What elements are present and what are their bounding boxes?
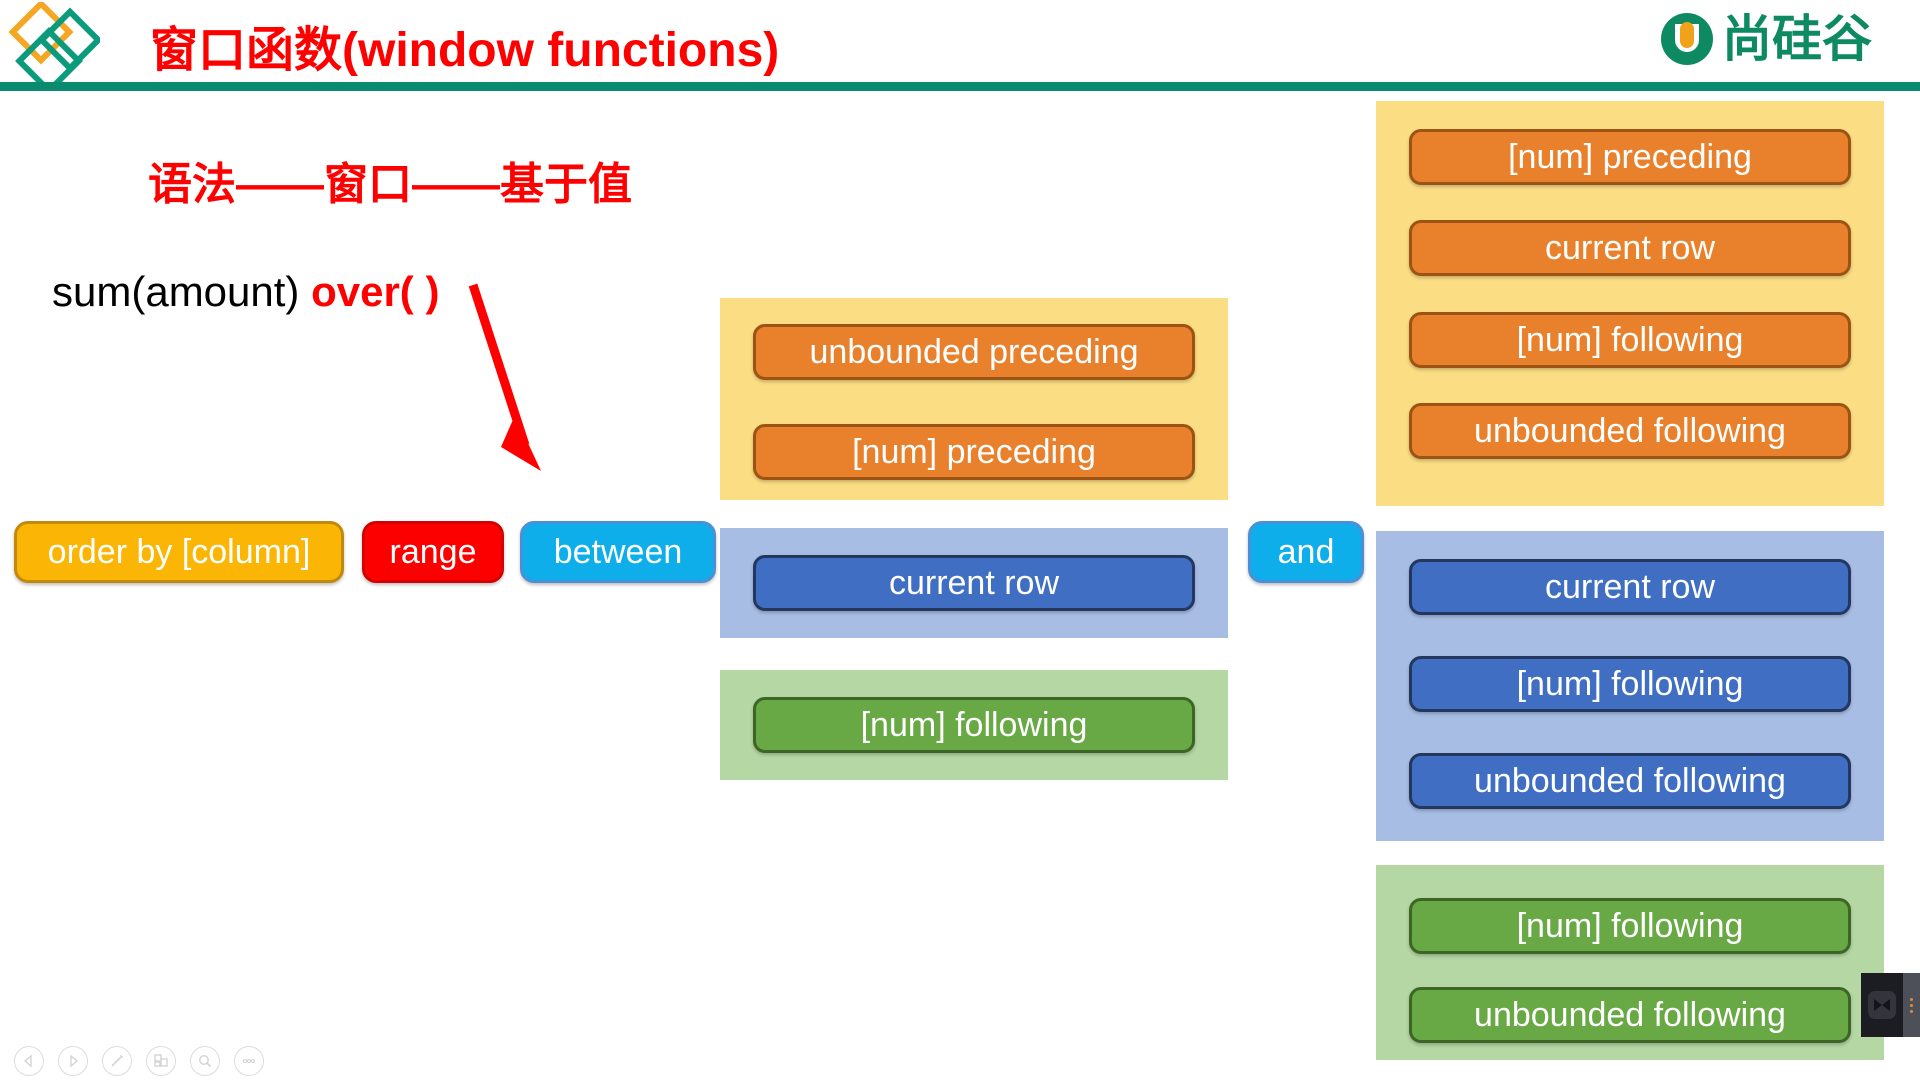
right-item-num-following-3[interactable]: [num] following <box>1409 898 1851 954</box>
pen-icon[interactable] <box>102 1046 132 1076</box>
slide: 窗口函数(window functions) 尚硅谷 语法——窗口——基于值 s… <box>0 0 1920 1080</box>
brand-logo: 尚硅谷 <box>1658 8 1892 70</box>
right-item-current-row-2[interactable]: current row <box>1409 559 1851 615</box>
mid-item-unbounded-preceding[interactable]: unbounded preceding <box>753 324 1195 380</box>
screen-recorder-widget[interactable] <box>1861 973 1920 1037</box>
right-item-num-preceding[interactable]: [num] preceding <box>1409 129 1851 185</box>
right-item-num-following[interactable]: [num] following <box>1409 312 1851 368</box>
code-prefix: sum(amount) <box>52 268 312 315</box>
svg-text:尚硅谷: 尚硅谷 <box>1722 11 1872 67</box>
dot <box>1910 1009 1913 1013</box>
code-expression: sum(amount) over( ) <box>52 268 439 316</box>
code-over-clause: over( ) <box>311 268 440 315</box>
section-subtitle: 语法——窗口——基于值 <box>148 160 632 209</box>
zoom-icon[interactable] <box>190 1046 220 1076</box>
previous-slide-icon[interactable] <box>14 1046 44 1076</box>
right-item-unbounded-following-2[interactable]: unbounded following <box>1409 753 1851 809</box>
right-item-unbounded-following[interactable]: unbounded following <box>1409 403 1851 459</box>
red-down-arrow-icon <box>468 283 541 471</box>
brand-name: 尚硅谷 <box>1722 10 1892 68</box>
chip-and[interactable]: and <box>1248 521 1364 583</box>
mid-panel-following: [num] following <box>720 670 1228 780</box>
mid-panel-current-row: current row <box>720 528 1228 638</box>
slide-grid-icon[interactable] <box>146 1046 176 1076</box>
slide-header: 窗口函数(window functions) 尚硅谷 <box>0 0 1920 95</box>
right-item-current-row[interactable]: current row <box>1409 220 1851 276</box>
more-options-icon[interactable] <box>234 1046 264 1076</box>
dot <box>1910 1003 1913 1007</box>
right-panel-following: [num] following unbounded following <box>1376 865 1884 1060</box>
mid-item-current-row[interactable]: current row <box>753 555 1195 611</box>
right-item-unbounded-following-3[interactable]: unbounded following <box>1409 987 1851 1043</box>
page-title: 窗口函数(window functions) <box>150 24 780 77</box>
vertical-dots-icon[interactable] <box>1903 973 1920 1037</box>
right-panel-preceding: [num] preceding current row [num] follow… <box>1376 101 1884 506</box>
chip-order-by-column[interactable]: order by [column] <box>14 521 344 583</box>
bowtie-record-icon[interactable] <box>1868 991 1896 1019</box>
recorder-main-button[interactable] <box>1861 973 1903 1037</box>
mid-panel-preceding: unbounded preceding [num] preceding <box>720 298 1228 500</box>
right-item-num-following-2[interactable]: [num] following <box>1409 656 1851 712</box>
atguigu-u-logo-icon <box>1658 10 1716 68</box>
presentation-toolbar[interactable] <box>14 1046 264 1076</box>
chip-between[interactable]: between <box>520 521 716 583</box>
right-panel-current-row: current row [num] following unbounded fo… <box>1376 531 1884 841</box>
mid-item-num-preceding[interactable]: [num] preceding <box>753 424 1195 480</box>
dot <box>1910 997 1913 1001</box>
next-slide-icon[interactable] <box>58 1046 88 1076</box>
diamonds-logo-icon <box>8 0 103 95</box>
header-divider <box>0 82 1920 91</box>
chip-range[interactable]: range <box>362 521 504 583</box>
mid-item-num-following[interactable]: [num] following <box>753 697 1195 753</box>
